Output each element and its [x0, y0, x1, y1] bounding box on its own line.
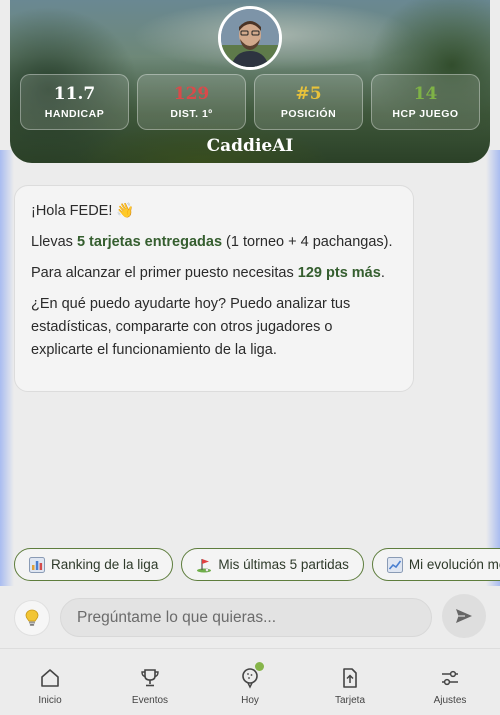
nav-item-eventos[interactable]: Eventos: [100, 649, 200, 715]
message-text: Para alcanzar el primer puesto necesitas: [31, 265, 298, 281]
message-text: (1 torneo + 4 pachangas).: [222, 234, 393, 250]
nav-item-hoy[interactable]: Hoy: [200, 649, 300, 715]
stat-distance-first-label: DIST. 1º: [170, 108, 213, 120]
nav-label: Eventos: [131, 695, 169, 706]
chip-label: Mis últimas 5 partidas: [218, 557, 349, 572]
send-icon: [456, 609, 472, 623]
chat-input[interactable]: [60, 598, 432, 637]
stat-distance-first-value: 129: [173, 84, 210, 104]
stat-handicap-label: HANDICAP: [44, 108, 105, 120]
stat-position[interactable]: #5 POSICIÓN: [254, 74, 363, 130]
chip-league-ranking[interactable]: Ranking de la liga: [14, 548, 174, 581]
stat-handicap[interactable]: 11.7 HANDICAP: [20, 74, 129, 130]
message-composer: [0, 586, 500, 648]
message-highlight-points: 129 pts más: [297, 265, 381, 281]
message-text: .: [380, 265, 385, 281]
profile-header: 11.7 HANDICAP 129 DIST. 1º #5 POSICIÓN 1…: [10, 0, 490, 163]
app-brand-title: CaddieAI: [206, 136, 294, 156]
home-icon: [41, 669, 59, 687]
app-screen: 11.7 HANDICAP 129 DIST. 1º #5 POSICIÓN 1…: [0, 0, 500, 715]
trend-chart-icon: [386, 556, 403, 573]
bottom-nav: Inicio Eventos Hoy Tarjeta Ajustes: [0, 648, 500, 715]
trophy-icon: [141, 669, 159, 687]
suggestions-button[interactable]: [14, 600, 50, 636]
message-text: Llevas: [31, 234, 77, 250]
avatar[interactable]: [218, 6, 282, 70]
active-indicator-dot: [255, 662, 264, 671]
stat-distance-first[interactable]: 129 DIST. 1º: [137, 74, 246, 130]
stat-hcp-game-value: 14: [413, 84, 438, 104]
chip-monthly-evolution[interactable]: Mi evolución mensual: [371, 548, 500, 581]
golf-flag-icon: [197, 558, 212, 572]
lightbulb-icon: [25, 609, 39, 626]
stats-row: 11.7 HANDICAP 129 DIST. 1º #5 POSICIÓN 1…: [20, 74, 480, 130]
message-highlight-cards: 5 tarjetas entregadas: [76, 234, 223, 250]
avatar-photo: [221, 9, 279, 67]
stat-hcp-game[interactable]: 14 HCP JUEGO: [371, 74, 480, 130]
nav-item-tarjeta[interactable]: Tarjeta: [300, 649, 400, 715]
message-cards-summary: Llevas 5 tarjetas entregadas (1 torneo +…: [31, 231, 397, 254]
chip-last-games[interactable]: Mis últimas 5 partidas: [181, 548, 364, 581]
suggestion-chips: Ranking de la liga Mis últimas 5 partida…: [14, 548, 500, 582]
nav-label: Tarjeta: [334, 695, 365, 706]
nav-label: Ajustes: [433, 695, 467, 706]
chip-label: Mi evolución mensual: [408, 557, 500, 572]
stat-hcp-game-label: HCP JUEGO: [392, 108, 459, 120]
upload-card-icon: [343, 668, 357, 688]
chip-label: Ranking de la liga: [51, 557, 159, 572]
stat-handicap-value: 11.7: [53, 84, 96, 104]
nav-item-ajustes[interactable]: Ajustes: [400, 649, 500, 715]
stat-position-label: POSICIÓN: [280, 108, 337, 120]
nav-label: Hoy: [241, 695, 259, 706]
message-help-offer: ¿En qué puedo ayudarte hoy? Puedo analiz…: [31, 296, 351, 358]
nav-item-inicio[interactable]: Inicio: [0, 649, 100, 715]
sliders-icon: [442, 670, 458, 686]
stat-position-value: #5: [295, 84, 322, 104]
nav-label: Inicio: [38, 695, 62, 706]
bar-chart-icon: [29, 556, 45, 573]
message-points-needed: Para alcanzar el primer puesto necesitas…: [31, 262, 397, 285]
assistant-message: ¡Hola FEDE! 👋 Llevas 5 tarjetas entregad…: [14, 185, 414, 392]
send-button[interactable]: [442, 594, 486, 638]
message-greeting: ¡Hola FEDE! 👋: [31, 203, 135, 219]
